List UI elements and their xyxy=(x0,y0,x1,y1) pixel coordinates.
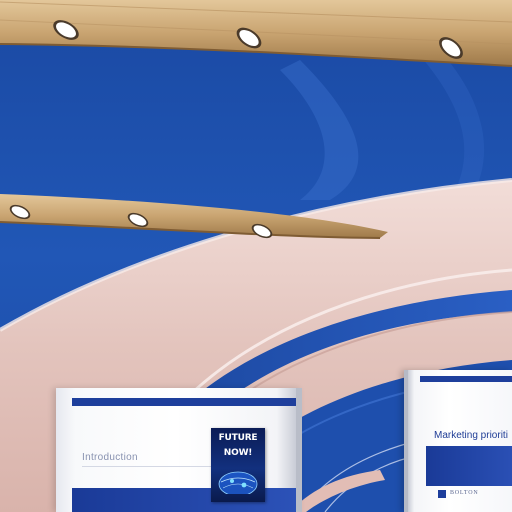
display-panel-marketing[interactable]: Marketing prioriti BOLTON xyxy=(404,370,512,512)
panel-top-band xyxy=(420,376,512,382)
globe-icon xyxy=(218,471,258,494)
book-title-line1: FUTURE xyxy=(218,433,258,443)
logo-text: BOLTON xyxy=(450,490,479,496)
panel-top-band xyxy=(72,398,296,406)
book-cover[interactable]: FUTURE NOW! xyxy=(211,428,265,502)
panel-bottom-band xyxy=(426,446,512,486)
virtual-exhibition-scene: Introduction FUTURE NOW! Marketing prior… xyxy=(0,0,512,512)
panel-divider xyxy=(82,466,212,467)
display-panel-introduction[interactable]: Introduction FUTURE NOW! xyxy=(56,388,302,512)
logo-icon xyxy=(438,490,446,498)
panel-label: Marketing prioriti xyxy=(434,430,508,441)
book-title-line2: NOW! xyxy=(223,448,253,458)
panel-label: Introduction xyxy=(82,452,138,463)
